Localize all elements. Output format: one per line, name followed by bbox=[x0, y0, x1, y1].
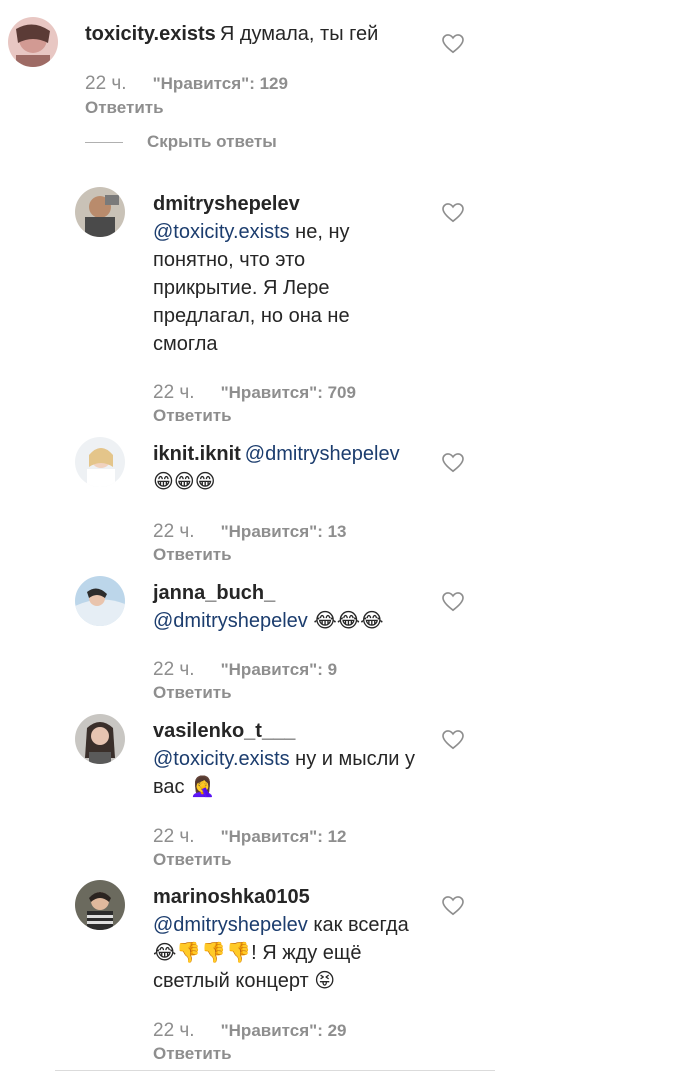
comment-text: iknit.iknit @dmitryshepelev 😁😁😁 bbox=[153, 440, 433, 496]
reply-button[interactable]: Ответить bbox=[153, 406, 232, 426]
comment-meta: 22 ч. "Нравится": 9 bbox=[153, 659, 337, 681]
timestamp: 22 ч. bbox=[153, 382, 195, 403]
username[interactable]: iknit.iknit bbox=[153, 443, 241, 465]
comment-meta: 22 ч. "Нравится": 13 bbox=[153, 521, 347, 543]
reply-button[interactable]: Ответить bbox=[153, 683, 232, 703]
avatar[interactable] bbox=[75, 576, 125, 626]
comment-text: vasilenko_t___ @toxicity.exists ну и мыс… bbox=[153, 717, 433, 801]
heart-outline-icon[interactable] bbox=[442, 730, 464, 750]
heart-outline-icon[interactable] bbox=[442, 896, 464, 916]
comment-meta: 22 ч. "Нравится": 12 bbox=[153, 826, 347, 848]
comment-text: marinoshka0105 @dmitryshepelev как всегд… bbox=[153, 883, 428, 995]
username[interactable]: marinoshka0105 bbox=[153, 883, 424, 911]
username[interactable]: vasilenko_t___ bbox=[153, 717, 429, 745]
username[interactable]: toxicity.exists bbox=[85, 23, 216, 45]
avatar[interactable] bbox=[75, 880, 125, 930]
mention-link[interactable]: @dmitryshepelev bbox=[153, 610, 308, 632]
heart-outline-icon[interactable] bbox=[442, 203, 464, 223]
comment-meta: 22 ч. "Нравится": 29 bbox=[153, 1020, 347, 1042]
comment-meta: 22 ч. "Нравится": 129 bbox=[85, 73, 288, 95]
hide-replies-label: Скрыть ответы bbox=[147, 132, 277, 151]
timestamp: 22 ч. bbox=[153, 1020, 195, 1041]
comment-body: Я думала, ты гей bbox=[219, 23, 379, 45]
reply-button[interactable]: Ответить bbox=[153, 545, 232, 565]
avatar[interactable] bbox=[75, 187, 125, 237]
comment-meta: 22 ч. "Нравится": 709 bbox=[153, 382, 356, 404]
mention-link[interactable]: @dmitryshepelev bbox=[245, 443, 400, 465]
like-count[interactable]: "Нравится": 9 bbox=[221, 660, 337, 679]
avatar[interactable] bbox=[8, 17, 58, 67]
like-count[interactable]: "Нравится": 13 bbox=[221, 522, 347, 541]
heart-outline-icon[interactable] bbox=[442, 34, 464, 54]
username[interactable]: janna_buch_ bbox=[153, 579, 429, 607]
reply-button[interactable]: Ответить bbox=[153, 850, 232, 870]
timestamp: 22 ч. bbox=[153, 659, 195, 680]
comment-body: 😁😁😁 bbox=[153, 471, 216, 493]
mention-link[interactable]: @toxicity.exists bbox=[153, 221, 290, 243]
like-count[interactable]: "Нравится": 29 bbox=[221, 1021, 347, 1040]
comment-text: janna_buch_ @dmitryshepelev 😂😂😂 bbox=[153, 579, 433, 635]
reply-button[interactable]: Ответить bbox=[85, 98, 164, 118]
timestamp: 22 ч. bbox=[153, 521, 195, 542]
avatar[interactable] bbox=[75, 714, 125, 764]
comment-text: dmitryshepelev @toxicity.exists не, ну п… bbox=[153, 190, 373, 358]
comment-text: toxicity.exists Я думала, ты гей bbox=[85, 20, 425, 48]
timestamp: 22 ч. bbox=[85, 73, 127, 94]
divider bbox=[55, 1070, 495, 1071]
mention-link[interactable]: @toxicity.exists bbox=[153, 748, 290, 770]
heart-outline-icon[interactable] bbox=[442, 592, 464, 612]
username[interactable]: dmitryshepelev bbox=[153, 190, 369, 218]
timestamp: 22 ч. bbox=[153, 826, 195, 847]
divider bbox=[85, 142, 123, 143]
like-count[interactable]: "Нравится": 709 bbox=[221, 383, 356, 402]
reply-button[interactable]: Ответить bbox=[153, 1044, 232, 1064]
like-count[interactable]: "Нравится": 12 bbox=[221, 827, 347, 846]
mention-link[interactable]: @dmitryshepelev bbox=[153, 914, 308, 936]
like-count[interactable]: "Нравится": 129 bbox=[153, 74, 288, 93]
avatar[interactable] bbox=[75, 437, 125, 487]
comment-body: 😂😂😂 bbox=[307, 610, 384, 632]
heart-outline-icon[interactable] bbox=[442, 453, 464, 473]
